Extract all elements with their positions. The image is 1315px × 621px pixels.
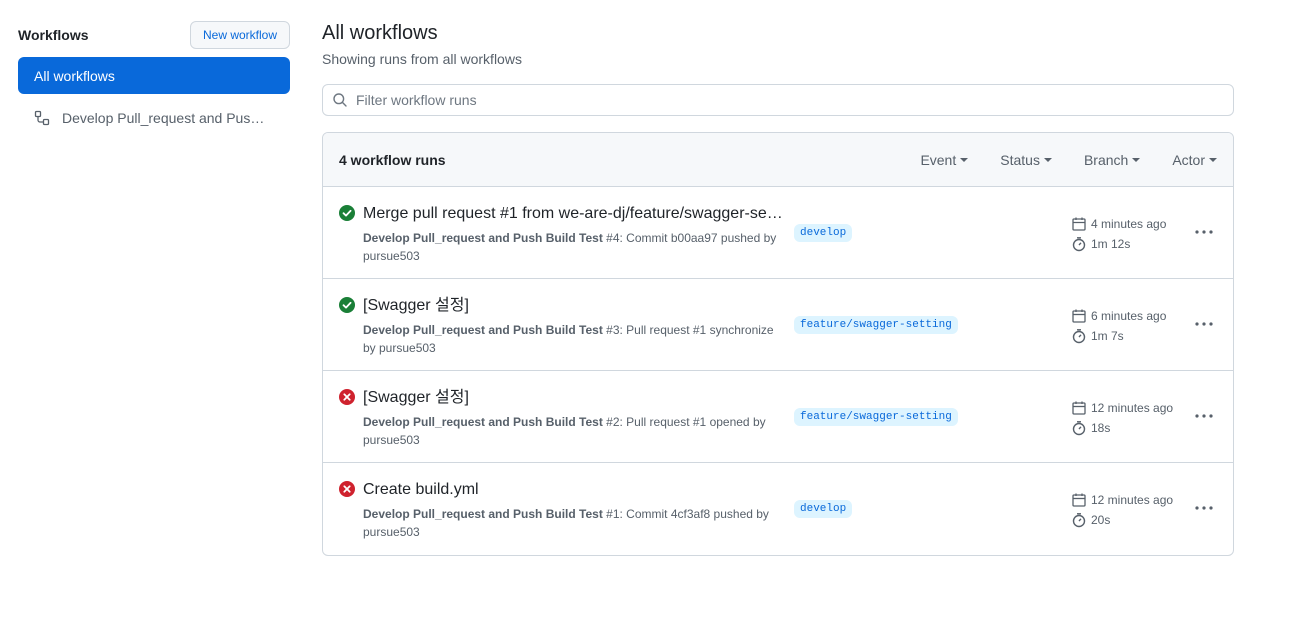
filter-label: Event <box>920 151 957 168</box>
runs-list-header: 4 workflow runs Event Status Branch Acto… <box>323 133 1233 187</box>
run-title-link[interactable]: Merge pull request #1 from we-are-dj/fea… <box>363 204 783 224</box>
run-title-link[interactable]: [Swagger 설정] <box>363 388 783 408</box>
branch-label[interactable]: develop <box>794 500 853 518</box>
run-meta: Develop Pull_request and Push Build Test… <box>363 413 783 449</box>
success-check-icon <box>339 297 355 313</box>
sidebar-title: Workflows <box>18 27 89 43</box>
stopwatch-icon <box>1071 512 1087 528</box>
calendar-icon <box>1071 308 1087 324</box>
more-options-icon[interactable] <box>1193 499 1215 517</box>
caret-down-icon <box>960 157 969 162</box>
new-workflow-button[interactable]: New workflow <box>189 21 290 49</box>
page-subtitle: Showing runs from all workflows <box>322 51 522 67</box>
branch-label[interactable]: feature/swagger-setting <box>794 408 958 426</box>
runs-count: 4 workflow runs <box>339 151 446 168</box>
workflow-run-row: [Swagger 설정] Develop Pull_request and Pu… <box>323 279 1233 371</box>
run-title-link[interactable]: [Swagger 설정] <box>363 296 783 316</box>
run-workflow-name: Develop Pull_request and Push Build Test <box>363 323 603 337</box>
filter-label: Status <box>1000 151 1040 168</box>
sidebar-item-develop-workflow[interactable]: Develop Pull_request and Push Build Test <box>18 98 290 138</box>
search-icon <box>332 92 348 108</box>
stopwatch-icon <box>1071 236 1087 252</box>
run-duration: 18s <box>1091 421 1111 435</box>
run-times: 12 minutes ago 20s <box>1071 490 1191 530</box>
run-workflow-name: Develop Pull_request and Push Build Test <box>363 415 603 429</box>
branch-filter-dropdown[interactable]: Branch <box>1083 151 1141 168</box>
run-duration: 20s <box>1091 513 1111 527</box>
more-options-icon[interactable] <box>1193 407 1215 425</box>
status-filter-dropdown[interactable]: Status <box>1000 152 1052 168</box>
run-started: 12 minutes ago <box>1091 493 1174 507</box>
run-times: 12 minutes ago 18s <box>1071 398 1191 438</box>
filter-label: Actor <box>1172 151 1205 168</box>
caret-down-icon <box>1132 157 1141 162</box>
run-times: 4 minutes ago 1m 12s <box>1071 214 1191 254</box>
more-options-icon[interactable] <box>1193 223 1215 241</box>
workflow-icon <box>34 110 50 126</box>
success-check-icon <box>339 205 355 221</box>
run-workflow-name: Develop Pull_request and Push Build Test <box>363 231 603 245</box>
workflow-run-row: Create build.yml Develop Pull_request an… <box>323 463 1233 555</box>
run-meta: Develop Pull_request and Push Build Test… <box>363 321 783 357</box>
failure-x-icon <box>339 481 355 497</box>
actor-filter-dropdown[interactable]: Actor <box>1172 152 1217 168</box>
caret-down-icon <box>1209 157 1217 162</box>
run-workflow-name: Develop Pull_request and Push Build Test <box>363 507 603 521</box>
calendar-icon <box>1071 492 1087 508</box>
page-title: All workflows <box>322 22 438 44</box>
workflow-run-row: Merge pull request #1 from we-are-dj/fea… <box>323 187 1233 279</box>
stopwatch-icon <box>1071 420 1087 436</box>
caret-down-icon <box>1043 157 1052 162</box>
sidebar-item-label: All workflows <box>34 67 115 84</box>
sidebar-header: Workflows New workflow <box>18 20 290 50</box>
more-options-icon[interactable] <box>1193 315 1215 333</box>
run-meta: Develop Pull_request and Push Build Test… <box>363 505 783 541</box>
sidebar-item-label: Develop Pull_request and Push Build Test <box>62 110 272 126</box>
sidebar-item-all-workflows[interactable]: All workflows <box>18 57 290 94</box>
filter-runs-input[interactable] <box>356 92 1216 108</box>
run-times: 6 minutes ago 1m 7s <box>1071 306 1191 346</box>
run-meta: Develop Pull_request and Push Build Test… <box>363 229 783 265</box>
main-content: All workflows Showing runs from all work… <box>322 20 1234 556</box>
run-started: 4 minutes ago <box>1091 217 1167 231</box>
run-title-link[interactable]: Create build.yml <box>363 480 783 500</box>
workflow-run-row: [Swagger 설정] Develop Pull_request and Pu… <box>323 371 1233 463</box>
run-started: 12 minutes ago <box>1091 401 1174 415</box>
stopwatch-icon <box>1071 328 1087 344</box>
failure-x-icon <box>339 389 355 405</box>
event-filter-dropdown[interactable]: Event <box>920 151 969 168</box>
workflows-sidebar: Workflows New workflow All workflows Dev… <box>18 20 290 138</box>
run-started: 6 minutes ago <box>1091 309 1167 323</box>
calendar-icon <box>1071 400 1087 416</box>
filter-runs-search <box>322 84 1234 116</box>
branch-label[interactable]: develop <box>794 224 853 242</box>
run-duration: 1m 12s <box>1091 237 1131 251</box>
filter-label: Branch <box>1083 151 1129 168</box>
branch-label[interactable]: feature/swagger-setting <box>794 316 958 334</box>
workflow-runs-list: 4 workflow runs Event Status Branch Acto… <box>322 132 1234 556</box>
calendar-icon <box>1071 216 1087 232</box>
run-duration: 1m 7s <box>1091 329 1124 343</box>
